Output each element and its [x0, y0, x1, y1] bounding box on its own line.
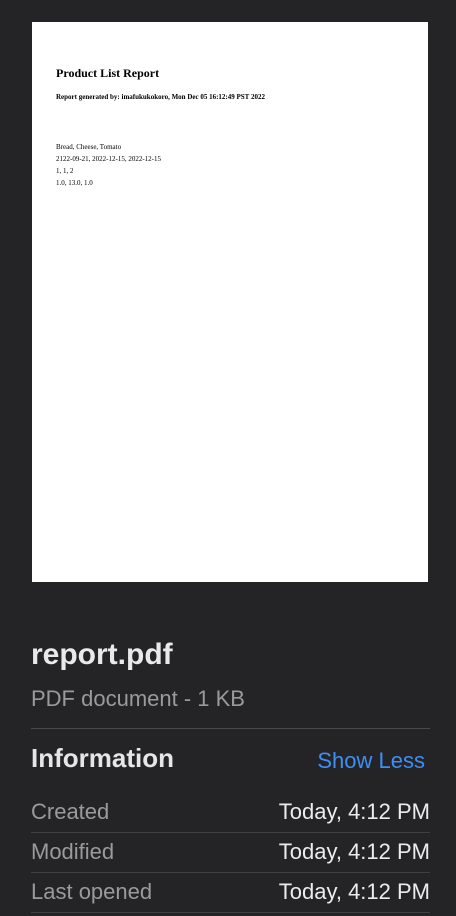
pdf-title: Product List Report	[56, 66, 160, 80]
divider	[31, 728, 430, 729]
information-heading: Information	[31, 743, 174, 773]
pdf-subtitle: Report generated by: imafukukokoro, Mon …	[56, 93, 265, 101]
info-label: Modified	[31, 839, 115, 864]
info-label: Created	[31, 799, 110, 824]
info-row-created: Created Today, 4:12 PM	[31, 793, 430, 833]
pdf-body: Bread, Cheese, Tomato 2122-09-21, 2022-1…	[56, 141, 161, 189]
info-value: Today, 4:12 PM	[278, 839, 430, 864]
file-name: report.pdf	[31, 638, 173, 671]
info-label: Last opened	[31, 879, 153, 904]
document-preview[interactable]: Product List Report Report generated by:…	[32, 22, 428, 582]
info-value: Today, 4:12 PM	[278, 879, 430, 904]
info-row-last-opened: Last opened Today, 4:12 PM	[31, 873, 430, 913]
info-value: Today, 4:12 PM	[278, 799, 430, 824]
show-less-button[interactable]: Show Less	[317, 748, 425, 774]
file-kind: PDF document - 1 KB	[31, 686, 245, 711]
pdf-line-quantities: 1, 1, 2	[56, 167, 74, 175]
pdf-line-prices: 1.0, 13.0, 1.0	[56, 179, 93, 187]
pdf-line-dates: 2122-09-21, 2022-12-15, 2022-12-15	[56, 155, 161, 163]
info-row-modified: Modified Today, 4:12 PM	[31, 833, 430, 873]
pdf-line-products: Bread, Cheese, Tomato	[56, 143, 122, 151]
